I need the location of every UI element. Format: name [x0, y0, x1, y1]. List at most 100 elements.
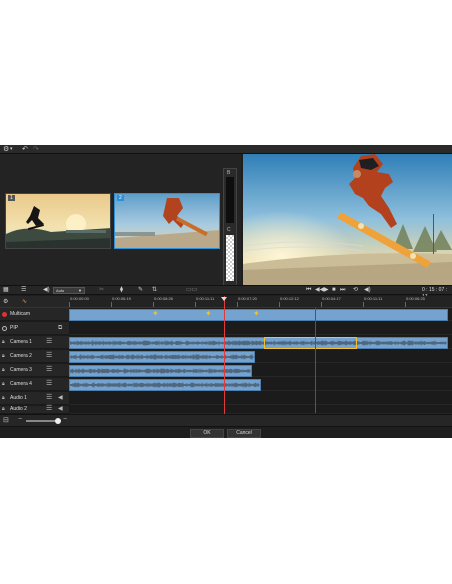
track-lane-camera-1[interactable] — [69, 336, 452, 349]
marker-icon[interactable]: ✦ — [152, 310, 159, 318]
cancel-button[interactable]: Cancel — [227, 429, 261, 438]
speaker-icon[interactable]: ◀ — [58, 394, 63, 402]
track-menu-icon[interactable]: ☰ — [46, 338, 52, 346]
time-ruler[interactable]: 0:00:00:00 0:00:06:19 0:00:08:26 0:00:11… — [69, 296, 452, 308]
camera-2-thumbnail[interactable]: 2 — [114, 193, 220, 249]
track-lane-pip[interactable] — [69, 322, 452, 335]
ruler-tick-label: 0:00:11:11 — [364, 296, 383, 301]
zoom-slider-knob[interactable] — [55, 418, 61, 424]
audio-wave-icon[interactable]: ∿ — [22, 298, 27, 305]
split-icon[interactable]: ✂ — [99, 287, 104, 294]
camera-switch-icon[interactable]: ▭▭ — [186, 287, 197, 294]
track-header-audio-2[interactable]: 🔒︎ Audio 2 ☰ ◀ — [0, 405, 69, 414]
zoom-dropdown-value: Auto — [56, 288, 65, 293]
track-lane-camera-3[interactable] — [69, 364, 452, 377]
audio-waveform — [70, 382, 260, 388]
ruler-tick-label: 0:00:00:00 — [70, 296, 89, 301]
camera-number: 1 — [8, 195, 15, 201]
edit-icon[interactable]: ✎ — [138, 287, 143, 294]
waveform-path — [70, 368, 251, 374]
timeline-settings-icon[interactable]: ⚙ — [3, 298, 8, 305]
camera-1-thumbnail[interactable]: 1 — [5, 193, 111, 249]
audio-waveform — [70, 340, 447, 346]
chevron-down-icon[interactable]: ▾ — [10, 146, 13, 153]
marker-icon[interactable]: ⧫ — [120, 287, 123, 294]
sync-icon[interactable]: ⇅ — [152, 287, 157, 294]
track-name: Audio 1 — [10, 395, 27, 401]
meter-label-top: B — [227, 170, 231, 176]
ruler-tick — [237, 302, 238, 307]
camera-4-clip[interactable] — [69, 379, 261, 391]
track-menu-icon[interactable]: ☰ — [46, 405, 52, 413]
track-lane-multicam[interactable]: ✦ ✦ ✦ — [69, 308, 452, 321]
timeline-zoom-bar: ⊟ − − — [0, 414, 452, 426]
lock-icon[interactable]: 🔒︎ — [2, 339, 5, 346]
prev-frame-icon[interactable]: ⏮ — [306, 287, 311, 294]
track-lane-audio-1[interactable] — [69, 392, 452, 405]
camera-1-image — [6, 194, 110, 248]
volume-icon[interactable]: ◀) — [364, 287, 371, 294]
track-header-camera-2[interactable]: 🔒︎ Camera 2 ☰ — [0, 350, 69, 363]
ruler-tick — [363, 302, 364, 307]
track-header-camera-1[interactable]: 🔒︎ Camera 1 ☰ — [0, 336, 69, 349]
dialog-footer: OK Cancel — [0, 426, 452, 438]
pip-settings-icon[interactable]: ⧉ — [58, 324, 62, 332]
track-lane-camera-4[interactable] — [69, 378, 452, 391]
lock-icon[interactable]: 🔒︎ — [2, 406, 5, 413]
track-menu-icon[interactable]: ☰ — [46, 366, 52, 374]
next-frame-icon[interactable]: ⏭ — [340, 287, 345, 294]
fit-icon[interactable]: ⊟ — [3, 416, 9, 424]
list-view-icon[interactable]: ☰ — [21, 287, 26, 294]
track-header-pip[interactable]: PIP ⧉ — [0, 322, 69, 335]
timeline: ⚙ ∿ 0:00:00:00 0:00:06:19 0:00:08:26 0:0… — [0, 296, 452, 426]
ruler-tick — [153, 302, 154, 307]
waveform-path — [70, 340, 447, 346]
loop-icon[interactable]: ⟲ — [353, 287, 358, 294]
zoom-dropdown[interactable]: Auto ▼ — [53, 287, 85, 294]
waveform-path — [70, 354, 254, 360]
camera-2-image — [115, 194, 219, 248]
grid-view-icon[interactable]: ▦ — [3, 287, 9, 294]
track-menu-icon[interactable]: ☰ — [46, 352, 52, 360]
camera-1-clip[interactable] — [69, 337, 448, 349]
play-icon[interactable]: ▶ — [324, 287, 329, 294]
track-lane-camera-2[interactable] — [69, 350, 452, 363]
meter-channel-bottom — [226, 235, 234, 281]
ruler-tick-label: 0:00:12:12 — [280, 296, 299, 301]
track-menu-icon[interactable]: ☰ — [46, 394, 52, 402]
lock-icon[interactable]: 🔒︎ — [2, 395, 5, 402]
undo-icon[interactable]: ↶ — [22, 146, 28, 153]
chevron-down-icon: ▼ — [78, 288, 82, 293]
zoom-in-icon[interactable]: − — [63, 416, 67, 423]
redo-icon[interactable]: ↷ — [33, 146, 39, 153]
speaker-icon[interactable]: ◀ — [58, 405, 63, 413]
camera-2-clip[interactable] — [69, 351, 255, 363]
ruler-tick — [69, 302, 70, 307]
stop-icon[interactable]: ■ — [332, 287, 336, 294]
ruler-tick — [321, 302, 322, 307]
track-header-camera-4[interactable]: 🔒︎ Camera 4 ☰ — [0, 378, 69, 391]
track-menu-icon[interactable]: ☰ — [46, 380, 52, 388]
playhead[interactable] — [224, 296, 225, 426]
gear-icon[interactable]: ⚙ — [3, 146, 9, 153]
speaker-icon[interactable]: ◀) — [43, 287, 50, 294]
track-header-camera-3[interactable]: 🔒︎ Camera 3 ☰ — [0, 364, 69, 377]
selected-clip-region[interactable] — [264, 337, 357, 349]
ruler-tick-label: 0:00:06:25 — [406, 296, 425, 301]
radio-icon[interactable] — [2, 326, 7, 331]
marker-icon[interactable]: ✦ — [205, 310, 212, 318]
playhead-handle[interactable] — [221, 297, 227, 301]
lock-icon[interactable]: 🔒︎ — [2, 367, 5, 374]
lock-icon[interactable]: 🔒︎ — [2, 353, 5, 360]
track-lane-audio-2[interactable] — [69, 406, 452, 414]
camera-number: 2 — [117, 195, 124, 201]
zoom-out-icon[interactable]: − — [18, 416, 22, 423]
track-header-audio-1[interactable]: 🔒︎ Audio 1 ☰ ◀ — [0, 392, 69, 405]
track-header-multicam[interactable]: Multicam — [0, 308, 69, 321]
marker-icon[interactable]: ✦ — [253, 310, 260, 318]
preview-monitor — [243, 154, 452, 285]
step-back-icon[interactable]: ◀◀ — [315, 287, 324, 294]
ruler-tick-label: 0:00:11:11 — [196, 296, 215, 301]
ok-button[interactable]: OK — [190, 429, 224, 438]
lock-icon[interactable]: 🔒︎ — [2, 381, 5, 388]
